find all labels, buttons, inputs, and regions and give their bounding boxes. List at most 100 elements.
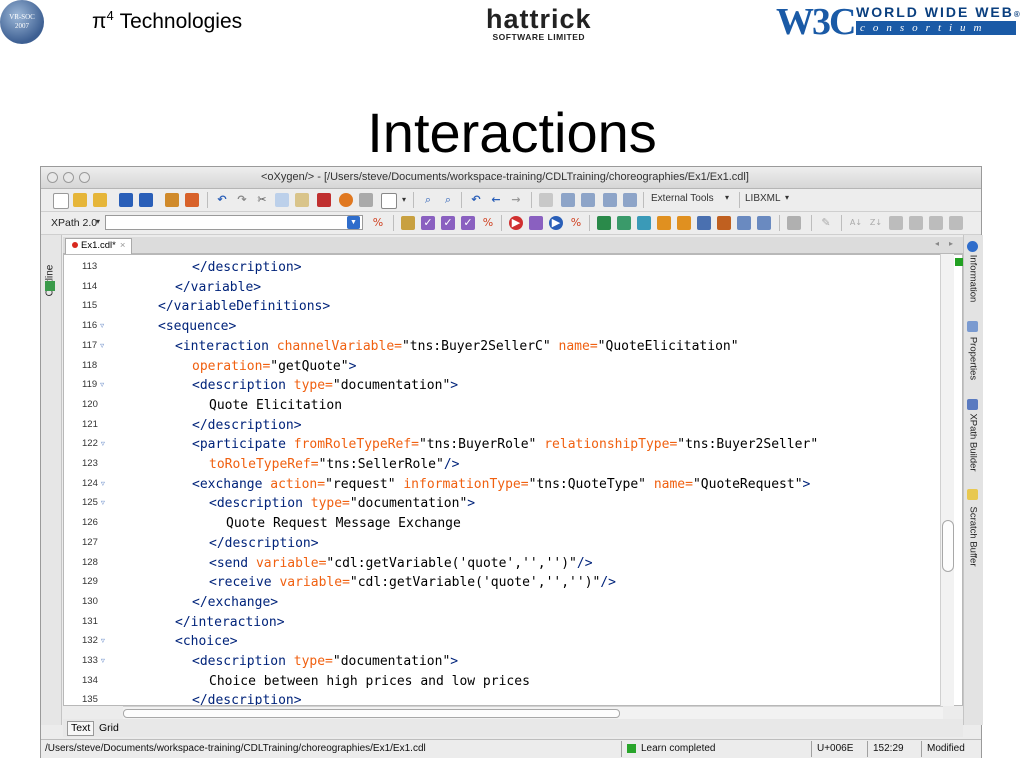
save-icon[interactable] (119, 193, 133, 207)
scratch-buffer-tab[interactable]: Scratch Buffer (965, 487, 981, 571)
information-tab[interactable]: Information (965, 239, 981, 305)
link-icon[interactable]: % (371, 216, 385, 230)
tab-scroll-left-icon[interactable]: ◂ (935, 239, 939, 248)
generate-icon[interactable] (617, 216, 631, 230)
view-icon[interactable] (381, 193, 397, 209)
code-line[interactable]: 113 </description> (64, 259, 962, 279)
code-line[interactable]: 123 toRoleTypeRef="tns:SellerRole"/> (64, 456, 962, 476)
code-line[interactable]: 135 </description> (64, 692, 962, 705)
outline-icon[interactable] (45, 281, 55, 291)
fold-toggle-icon[interactable]: ▿ (100, 380, 104, 389)
report-icon[interactable] (757, 216, 771, 230)
open-url-icon[interactable] (93, 193, 107, 207)
cut-icon[interactable]: ✂ (255, 193, 269, 207)
tab-scroll-right-icon[interactable]: ▸ (949, 239, 953, 248)
code-line[interactable]: 130 </exchange> (64, 594, 962, 614)
code-line[interactable]: 128 <send variable="cdl:getVariable('quot… (64, 555, 962, 575)
redo-icon[interactable]: ↷ (235, 193, 249, 207)
settings-icon[interactable] (787, 216, 801, 230)
edit-icon[interactable] (657, 216, 671, 230)
chevron-down-icon[interactable]: ▾ (96, 217, 100, 226)
validate-icon[interactable] (339, 193, 353, 207)
fold-toggle-icon[interactable]: ▿ (101, 656, 105, 665)
xpath-version-label[interactable]: XPath 2.0 (51, 217, 97, 229)
code-line[interactable]: 131 </interaction> (64, 614, 962, 634)
search-icon[interactable]: ⌕ (421, 193, 435, 207)
horizontal-scroll-thumb[interactable] (123, 709, 620, 718)
tab-grid[interactable]: Grid (99, 722, 119, 734)
code-line[interactable]: 122 ▿ <participate fromRoleTypeRef="tns:Bu… (64, 436, 962, 456)
validate-document-icon[interactable]: ✓ (421, 216, 435, 230)
open-file-icon[interactable] (73, 193, 87, 207)
code-line[interactable]: 127 </description> (64, 535, 962, 555)
check-well-formed-icon[interactable] (401, 216, 415, 230)
undo-icon[interactable]: ↶ (215, 193, 229, 207)
find-replace-icon[interactable]: ⌕ (441, 193, 455, 207)
libxml-label[interactable]: LIBXML (745, 193, 781, 204)
sort-descending-icon[interactable]: Z↓ (869, 216, 883, 230)
edit-xsl-icon[interactable] (677, 216, 691, 230)
copy-icon[interactable] (275, 193, 289, 207)
code-line[interactable]: 115 </variableDefinitions> (64, 298, 962, 318)
tool-icon[interactable]: ✎ (819, 216, 833, 230)
tree-icon[interactable] (597, 216, 611, 230)
code-line[interactable]: 129 <receive variable="cdl:getVariable('q… (64, 574, 962, 594)
layout-icon[interactable] (539, 193, 553, 207)
configure-run-icon[interactable]: ▶ (549, 216, 563, 230)
sort-ascending-icon[interactable]: A↓ (849, 216, 863, 230)
code-line[interactable]: 117 ▿ <interaction channelVariable="tns:Bu… (64, 338, 962, 358)
arrow-right-icon[interactable]: → (509, 193, 523, 207)
rows-icon[interactable] (929, 216, 943, 230)
code-line[interactable]: 124 ▿ <exchange action="request" informati… (64, 476, 962, 496)
chevron-down-icon[interactable]: ▾ (785, 193, 789, 202)
columns-icon[interactable] (909, 216, 923, 230)
grid-icon[interactable] (889, 216, 903, 230)
horizontal-scrollbar[interactable] (123, 706, 943, 719)
paste-icon[interactable] (295, 193, 309, 207)
editor-tab-ex1[interactable]: Ex1.cdl* × (65, 238, 133, 254)
minimize-window-button[interactable] (63, 172, 74, 183)
refresh-icon[interactable] (185, 193, 199, 207)
fold-toggle-icon[interactable]: ▿ (101, 479, 105, 488)
close-icon[interactable]: × (120, 240, 126, 251)
code-editor[interactable]: 113 </description> 114 </variable> 115 </vari… (63, 254, 963, 706)
fold-toggle-icon[interactable]: ▿ (101, 439, 105, 448)
xpath-builder-tab[interactable]: XPath Builder (965, 397, 981, 475)
diagram-icon[interactable] (697, 216, 711, 230)
tab-text[interactable]: Text (67, 721, 95, 736)
model-icon[interactable] (737, 216, 751, 230)
vertical-scroll-thumb[interactable] (942, 520, 954, 572)
save-all-icon[interactable] (139, 193, 153, 207)
xslt-icon[interactable] (623, 193, 637, 207)
chevron-down-icon[interactable]: ▾ (397, 193, 411, 207)
arrow-left-icon[interactable]: ← (489, 193, 503, 207)
run-icon[interactable]: ▶ (509, 216, 523, 230)
validate-schema-icon[interactable]: ✓ (441, 216, 455, 230)
code-line[interactable]: 133 ▿ <description type="documentation"> (64, 653, 962, 673)
properties-tab[interactable]: Properties (965, 319, 981, 387)
validation-link-icon[interactable]: % (481, 216, 495, 230)
table-edit-icon[interactable] (581, 193, 595, 207)
new-file-icon[interactable] (53, 193, 69, 209)
transform-link-icon[interactable]: % (569, 216, 583, 230)
split-icon[interactable] (949, 216, 963, 230)
code-line[interactable]: 132 ▿ <choice> (64, 633, 962, 653)
outline-tab[interactable]: Outline (42, 253, 59, 307)
schema-icon[interactable] (603, 193, 617, 207)
code-line[interactable]: 125 ▿ <description type="documentation"> (64, 495, 962, 515)
code-line[interactable]: 119 ▿ <description type="documentation"> (64, 377, 962, 397)
vertical-scrollbar[interactable] (940, 254, 954, 706)
hierarchy-icon[interactable] (717, 216, 731, 230)
xpath-input[interactable] (105, 215, 363, 230)
code-line[interactable]: 118 operation="getQuote"> (64, 358, 962, 378)
transform-icon[interactable] (359, 193, 373, 207)
code-line[interactable]: 121 </description> (64, 417, 962, 437)
fold-toggle-icon[interactable]: ▿ (100, 341, 104, 350)
cut-paste-icon[interactable] (165, 193, 179, 207)
external-tools-label[interactable]: External Tools (651, 193, 714, 204)
fold-toggle-icon[interactable]: ▿ (101, 498, 105, 507)
zoom-window-button[interactable] (79, 172, 90, 183)
table-view-icon[interactable] (561, 193, 575, 207)
code-line[interactable]: 116 ▿ <sequence> (64, 318, 962, 338)
chevron-down-icon[interactable]: ▾ (725, 193, 729, 202)
